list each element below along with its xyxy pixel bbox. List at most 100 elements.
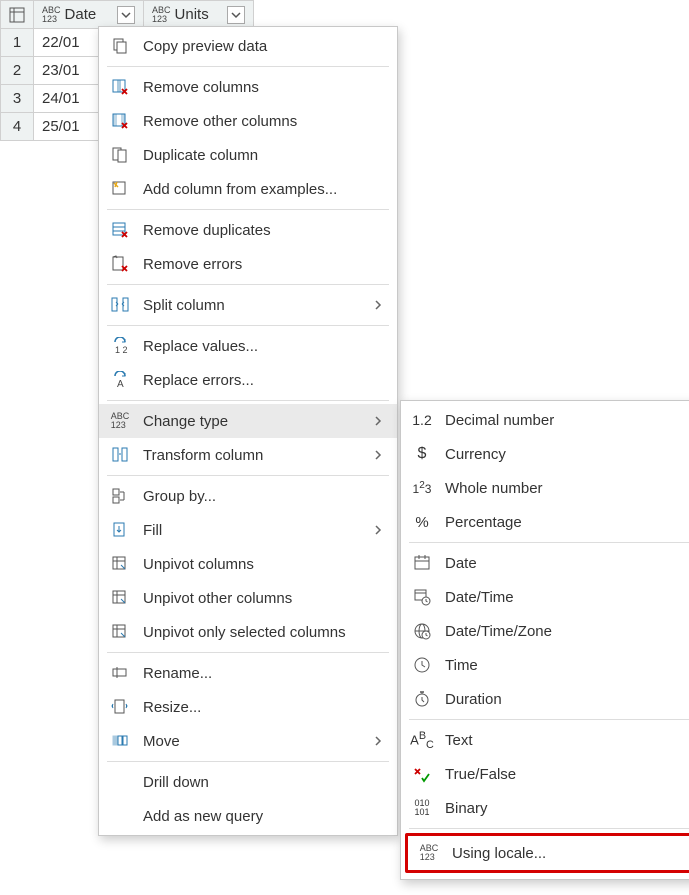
any-type-icon: ABC123 xyxy=(418,844,440,862)
remove-duplicates-icon xyxy=(109,221,131,239)
column-header-date[interactable]: ABC123 Date xyxy=(34,1,144,29)
fill-icon xyxy=(109,521,131,539)
menu-transform-column[interactable]: Transform column xyxy=(99,438,397,472)
whole-number-icon: 123 xyxy=(411,480,433,496)
date-icon xyxy=(411,554,433,572)
row-number: 2 xyxy=(1,57,34,85)
type-text[interactable]: ABC Text xyxy=(401,723,689,757)
type-time[interactable]: Time xyxy=(401,648,689,682)
type-percentage[interactable]: % Percentage xyxy=(401,505,689,539)
currency-icon: $ xyxy=(411,445,433,463)
menu-split-column[interactable]: Split column xyxy=(99,288,397,322)
submenu-arrow-icon xyxy=(369,735,383,747)
menu-unpivot-columns[interactable]: Unpivot columns xyxy=(99,547,397,581)
menu-resize[interactable]: Resize... xyxy=(99,690,397,724)
menu-unpivot-selected-columns[interactable]: Unpivot only selected columns xyxy=(99,615,397,649)
menu-group-by[interactable]: Group by... xyxy=(99,479,397,513)
column-label: Units xyxy=(175,6,209,23)
replace-values-icon: 1 2 xyxy=(109,337,131,355)
type-duration[interactable]: Duration xyxy=(401,682,689,716)
highlight-annotation: ABC123 Using locale... xyxy=(405,833,689,873)
change-type-submenu: 1.2 Decimal number $ Currency 123 Whole … xyxy=(400,400,689,880)
menu-separator xyxy=(107,284,389,285)
rename-icon xyxy=(109,664,131,682)
menu-copy-preview[interactable]: Copy preview data xyxy=(99,29,397,63)
row-number: 4 xyxy=(1,113,34,141)
remove-errors-icon xyxy=(109,255,131,273)
type-currency[interactable]: $ Currency xyxy=(401,437,689,471)
menu-remove-other-columns[interactable]: Remove other columns xyxy=(99,104,397,138)
menu-separator xyxy=(107,325,389,326)
submenu-arrow-icon xyxy=(369,415,383,427)
menu-unpivot-other-columns[interactable]: Unpivot other columns xyxy=(99,581,397,615)
add-examples-icon xyxy=(109,180,131,198)
menu-replace-values[interactable]: 1 2 Replace values... xyxy=(99,329,397,363)
copy-icon xyxy=(109,37,131,55)
any-type-icon: ABC123 xyxy=(42,6,61,24)
unpivot-other-icon xyxy=(109,589,131,607)
menu-add-from-examples[interactable]: Add column from examples... xyxy=(99,172,397,206)
menu-move[interactable]: Move xyxy=(99,724,397,758)
submenu-arrow-icon xyxy=(369,524,383,536)
remove-other-icon xyxy=(109,112,131,130)
boolean-icon xyxy=(411,765,433,783)
menu-separator xyxy=(107,475,389,476)
any-type-icon: ABC123 xyxy=(152,6,171,24)
type-datetimezone[interactable]: Date/Time/Zone xyxy=(401,614,689,648)
text-icon: ABC xyxy=(411,730,433,751)
datetime-icon xyxy=(411,588,433,606)
unpivot-icon xyxy=(109,555,131,573)
menu-separator xyxy=(409,828,689,829)
column-header-units[interactable]: ABC123 Units xyxy=(144,1,254,29)
column-context-menu: Copy preview data Remove columns Remove … xyxy=(98,26,398,836)
svg-text:A: A xyxy=(117,379,124,389)
grid-corner[interactable] xyxy=(1,1,34,29)
type-boolean[interactable]: True/False xyxy=(401,757,689,791)
menu-rename[interactable]: Rename... xyxy=(99,656,397,690)
resize-icon xyxy=(109,698,131,716)
menu-remove-duplicates[interactable]: Remove duplicates xyxy=(99,213,397,247)
duration-icon xyxy=(411,690,433,708)
svg-text:1 2: 1 2 xyxy=(115,345,128,355)
submenu-arrow-icon xyxy=(369,299,383,311)
replace-errors-icon: A xyxy=(109,371,131,389)
type-using-locale[interactable]: ABC123 Using locale... xyxy=(408,836,689,870)
split-icon xyxy=(109,296,131,314)
menu-add-as-new-query[interactable]: Add as new query xyxy=(99,799,397,833)
group-by-icon xyxy=(109,487,131,505)
menu-remove-errors[interactable]: Remove errors xyxy=(99,247,397,281)
row-number: 3 xyxy=(1,85,34,113)
change-type-icon: ABC123 xyxy=(109,412,131,430)
datetimezone-icon xyxy=(411,622,433,640)
menu-separator xyxy=(107,761,389,762)
type-whole-number[interactable]: 123 Whole number xyxy=(401,471,689,505)
menu-replace-errors[interactable]: A Replace errors... xyxy=(99,363,397,397)
menu-separator xyxy=(107,400,389,401)
type-binary[interactable]: 010101 Binary xyxy=(401,791,689,825)
menu-separator xyxy=(409,542,689,543)
decimal-icon: 1.2 xyxy=(411,412,433,428)
menu-change-type[interactable]: ABC123 Change type xyxy=(99,404,397,438)
row-number: 1 xyxy=(1,29,34,57)
submenu-arrow-icon xyxy=(369,449,383,461)
percentage-icon: % xyxy=(411,514,433,531)
binary-icon: 010101 xyxy=(411,799,433,817)
move-icon xyxy=(109,732,131,750)
type-decimal[interactable]: 1.2 Decimal number xyxy=(401,403,689,437)
type-datetime[interactable]: Date/Time xyxy=(401,580,689,614)
menu-separator xyxy=(107,66,389,67)
menu-remove-columns[interactable]: Remove columns xyxy=(99,70,397,104)
remove-column-icon xyxy=(109,78,131,96)
unpivot-selected-icon xyxy=(109,623,131,641)
menu-duplicate-column[interactable]: Duplicate column xyxy=(99,138,397,172)
duplicate-icon xyxy=(109,146,131,164)
column-label: Date xyxy=(65,6,97,23)
column-filter-button[interactable] xyxy=(227,6,245,24)
menu-separator xyxy=(107,652,389,653)
menu-fill[interactable]: Fill xyxy=(99,513,397,547)
column-filter-button[interactable] xyxy=(117,6,135,24)
menu-drill-down[interactable]: Drill down xyxy=(99,765,397,799)
transform-icon xyxy=(109,446,131,464)
menu-separator xyxy=(107,209,389,210)
type-date[interactable]: Date xyxy=(401,546,689,580)
